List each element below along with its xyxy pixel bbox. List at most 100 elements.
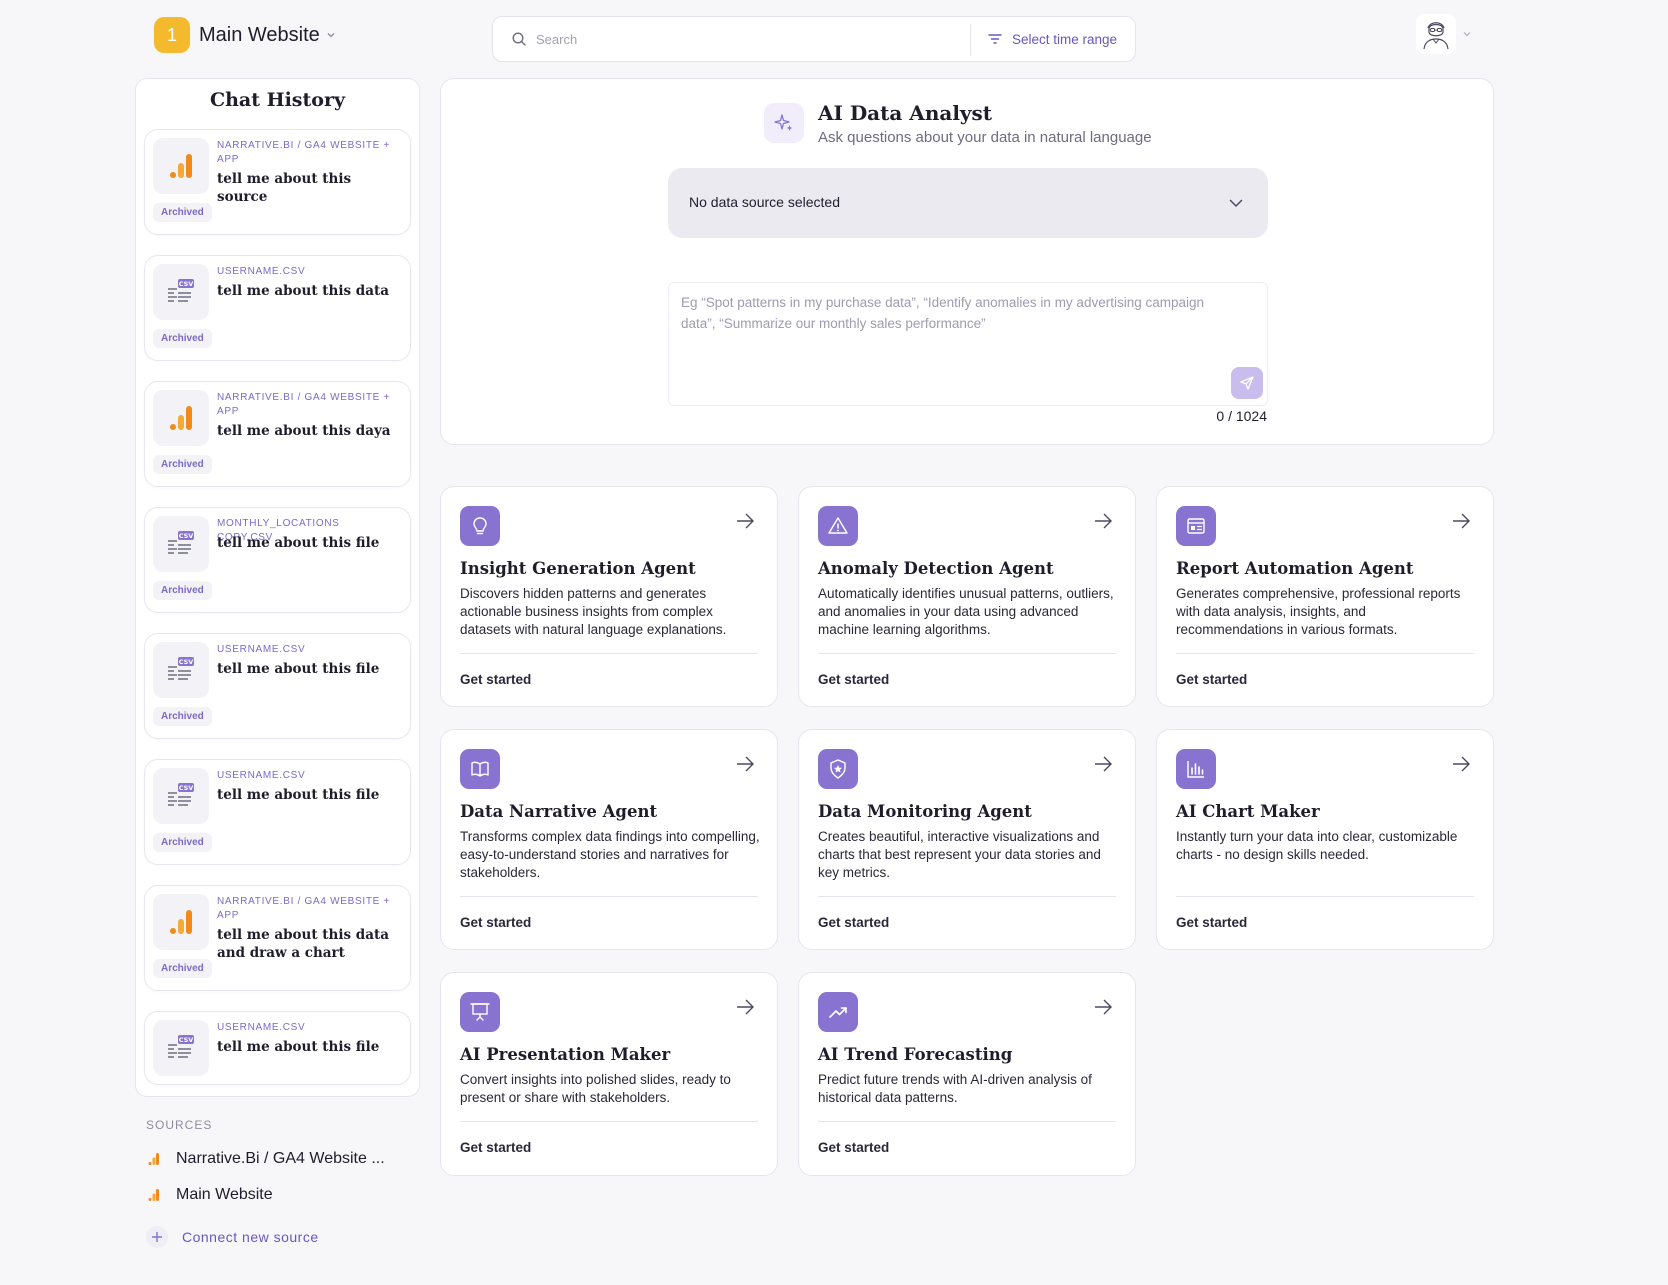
card-divider: [460, 1121, 758, 1122]
chat-source: NARRATIVE.BI / GA4 WEBSITE + APP: [217, 140, 391, 165]
source-item[interactable]: Main Website: [148, 1186, 273, 1204]
time-range-label: Select time range: [1012, 31, 1118, 47]
agent-card-data-monitoring[interactable]: Data Monitoring Agent Creates beautiful,…: [798, 729, 1136, 950]
chat-history-item[interactable]: NARRATIVE.BI / GA4 WEBSITE + APP tell me…: [144, 885, 411, 991]
chat-history-item[interactable]: CSV USERNAME.CSV tell me about this data…: [144, 255, 411, 361]
agent-card-anomaly-detection[interactable]: Anomaly Detection Agent Automatically id…: [798, 486, 1136, 707]
workspace-badge: 1: [154, 17, 190, 53]
shield-star-icon: [818, 749, 858, 789]
agent-description: Automatically identifies unusual pattern…: [818, 586, 1114, 637]
csv-file-icon: CSV: [153, 264, 209, 320]
sources-label: SOURCES: [146, 1118, 213, 1132]
prompt-input[interactable]: [681, 292, 1241, 362]
agent-title: Report Automation Agent: [1176, 559, 1414, 578]
bar-chart-icon: [1176, 749, 1216, 789]
chat-history-item[interactable]: CSV USERNAME.CSV tell me about this file: [144, 1011, 411, 1085]
search-input[interactable]: [536, 31, 956, 47]
get-started-link[interactable]: Get started: [460, 915, 531, 930]
get-started-link[interactable]: Get started: [460, 1140, 531, 1155]
chat-history-item[interactable]: NARRATIVE.BI / GA4 WEBSITE + APP tell me…: [144, 129, 411, 235]
search-divider: [970, 24, 971, 56]
agent-description: Transforms complex data findings into co…: [460, 829, 760, 880]
presentation-icon: [460, 992, 500, 1032]
agent-card-report-automation[interactable]: Report Automation Agent Generates compre…: [1156, 486, 1494, 707]
agent-card-data-narrative[interactable]: Data Narrative Agent Transforms complex …: [440, 729, 778, 950]
chat-history-item[interactable]: CSV MONTHLY_LOCATIONS COPY.CSV tell me a…: [144, 507, 411, 613]
agent-title: AI Chart Maker: [1176, 802, 1320, 821]
agent-title: Data Monitoring Agent: [818, 802, 1032, 821]
arrow-right-icon: [737, 756, 754, 772]
data-source-value: No data source selected: [689, 194, 840, 210]
chat-message: tell me about this data: [217, 283, 389, 299]
csv-label: CSV: [179, 280, 194, 288]
arrow-right-icon: [1453, 513, 1470, 529]
chat-source: USERNAME.CSV: [217, 770, 306, 781]
agent-card-ai-presentation-maker[interactable]: AI Presentation Maker Convert insights i…: [440, 972, 778, 1176]
get-started-link[interactable]: Get started: [818, 915, 889, 930]
agent-title: Insight Generation Agent: [460, 559, 696, 578]
get-started-link[interactable]: Get started: [460, 672, 531, 687]
avatar: [1416, 14, 1456, 54]
card-divider: [460, 653, 758, 654]
csv-label: CSV: [179, 1036, 194, 1044]
chat-history-item[interactable]: NARRATIVE.BI / GA4 WEBSITE + APP tell me…: [144, 381, 411, 487]
chat-message: tell me about this source: [217, 171, 352, 205]
connect-source-label: Connect new source: [182, 1229, 319, 1245]
agent-title: Anomaly Detection Agent: [818, 559, 1054, 578]
agent-card-ai-trend-forecasting[interactable]: AI Trend Forecasting Predict future tren…: [798, 972, 1136, 1176]
csv-file-icon: CSV: [153, 516, 209, 572]
chat-message: tell me about this data and draw a chart: [217, 927, 389, 961]
chat-message: tell me about this file: [217, 535, 380, 551]
source-name: Narrative.Bi / GA4 Website ...: [176, 1150, 385, 1167]
arrow-right-icon: [1095, 513, 1112, 529]
chat-history-item[interactable]: CSV USERNAME.CSV tell me about this file…: [144, 759, 411, 865]
archived-badge: Archived: [153, 581, 212, 600]
connect-source-button[interactable]: Connect new source: [146, 1226, 319, 1248]
ga4-chart-icon: [148, 1189, 159, 1201]
sparkles-icon: [764, 103, 804, 143]
send-button[interactable]: [1231, 367, 1263, 399]
agent-description: Predict future trends with AI-driven ana…: [818, 1072, 1092, 1105]
arrow-right-icon: [1095, 999, 1112, 1015]
agent-title: Data Narrative Agent: [460, 802, 658, 821]
ga4-chart-icon: [153, 138, 209, 194]
chat-message: tell me about this file: [217, 661, 380, 677]
chat-source: NARRATIVE.BI / GA4 WEBSITE + APP: [217, 392, 391, 417]
card-divider: [818, 653, 1116, 654]
chat-history-item[interactable]: CSV USERNAME.CSV tell me about this file…: [144, 633, 411, 739]
trend-up-icon: [818, 992, 858, 1032]
report-icon: [1176, 506, 1216, 546]
time-range-button[interactable]: Select time range: [987, 17, 1117, 61]
get-started-link[interactable]: Get started: [818, 1140, 889, 1155]
chevron-down-icon: [1463, 32, 1471, 37]
plus-icon: [146, 1226, 168, 1248]
analyst-title: AI Data Analyst: [818, 101, 993, 125]
user-menu[interactable]: [1416, 14, 1472, 54]
chat-message: tell me about this file: [217, 1039, 380, 1055]
ai-data-analyst-panel: AI Data Analyst Ask questions about your…: [440, 78, 1494, 445]
get-started-link[interactable]: Get started: [1176, 672, 1247, 687]
chevron-down-icon: [327, 33, 335, 38]
get-started-link[interactable]: Get started: [1176, 915, 1247, 930]
agent-card-insight-generation[interactable]: Insight Generation Agent Discovers hidde…: [440, 486, 778, 707]
card-divider: [1176, 896, 1474, 897]
chat-message: tell me about this daya: [217, 423, 391, 439]
agent-title: AI Trend Forecasting: [818, 1045, 1013, 1064]
agent-description: Creates beautiful, interactive visualiza…: [818, 829, 1101, 880]
open-book-icon: [460, 749, 500, 789]
workspace-switcher[interactable]: 1 Main Website: [154, 17, 336, 53]
agent-description: Instantly turn your data into clear, cus…: [1176, 829, 1458, 862]
analyst-subtitle: Ask questions about your data in natural…: [818, 129, 1152, 146]
filter-icon: [988, 34, 1002, 44]
user-avatar-icon: [1423, 22, 1449, 50]
lightbulb-icon: [460, 506, 500, 546]
chat-history-title: Chat History: [209, 89, 345, 111]
get-started-link[interactable]: Get started: [818, 672, 889, 687]
character-counter: 0 / 1024: [1216, 408, 1267, 424]
top-bar: 1 Main Website Select time range: [0, 0, 1668, 72]
card-divider: [460, 896, 758, 897]
chat-history-panel: Chat History NARRATIVE.BI / GA4 WEBSITE …: [135, 78, 420, 1097]
agent-card-ai-chart-maker[interactable]: AI Chart Maker Instantly turn your data …: [1156, 729, 1494, 950]
source-item[interactable]: Narrative.Bi / GA4 Website ...: [148, 1150, 385, 1168]
data-source-select[interactable]: No data source selected: [668, 168, 1268, 238]
